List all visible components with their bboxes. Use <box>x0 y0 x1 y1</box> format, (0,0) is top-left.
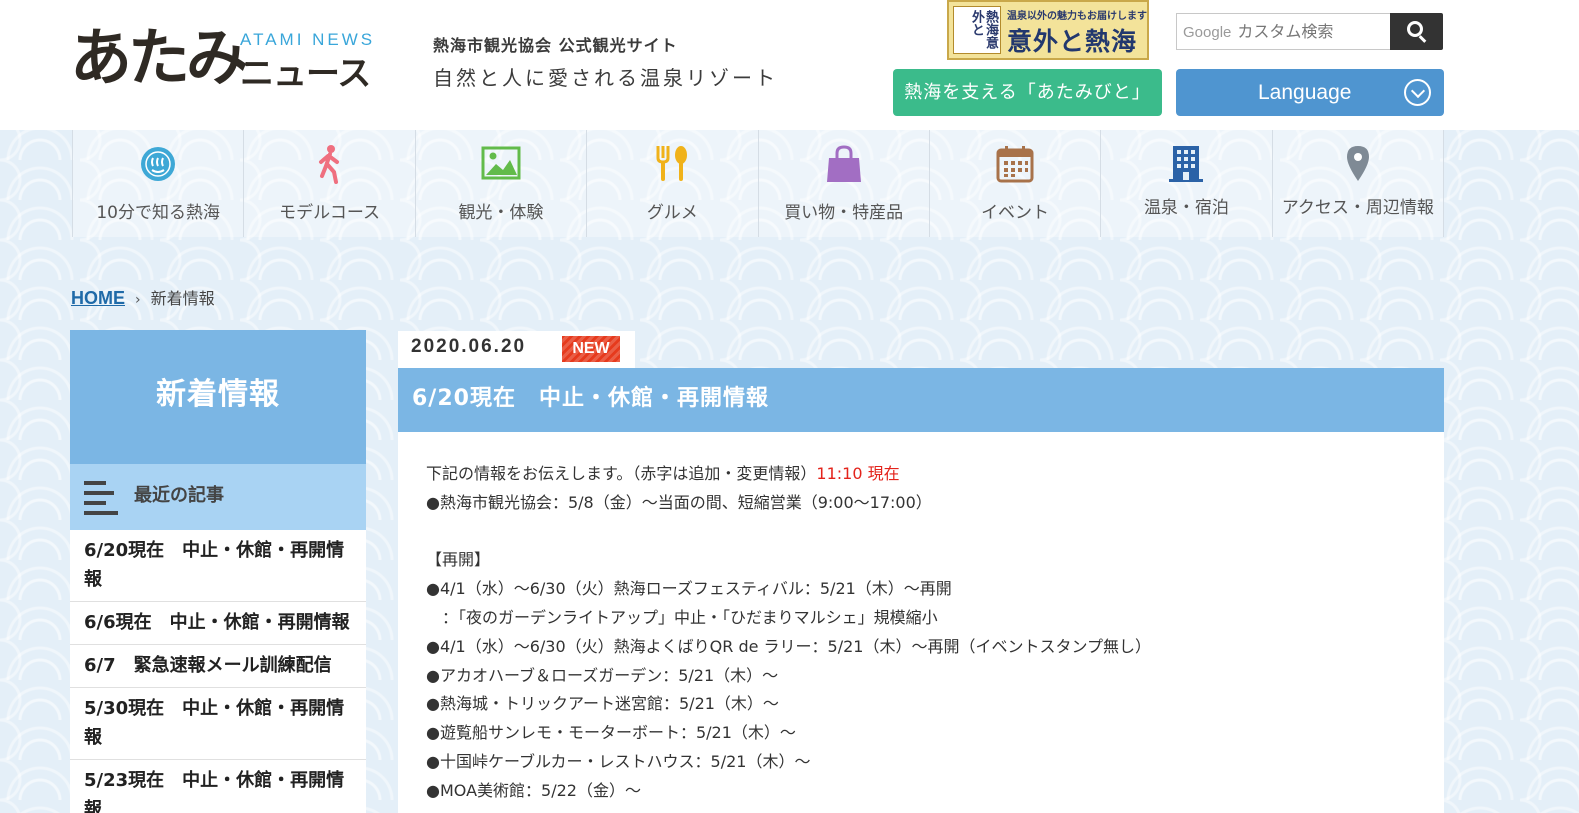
nav-item-event[interactable]: イベント <box>928 130 1101 237</box>
sidebar: 新着情報 最近の記事 6/20現在 中止・休館・再開情報 6/6現在 中止・休館… <box>70 330 366 813</box>
nav-item-10min-atami[interactable]: 10分で知る熱海 <box>72 130 244 237</box>
article-line: ●熱海市観光協会：5/8（金）～当面の間、短縮営業（9:00～17:00） <box>426 492 932 512</box>
nav-label: 買い物・特産品 <box>784 203 904 223</box>
list-item[interactable]: 6/6現在 中止・休館・再開情報 <box>70 602 366 645</box>
article-line: ●遊覧船サンレモ・モーターボート：5/21（木）～ <box>426 723 796 743</box>
article-line: 【再開】 <box>426 550 491 570</box>
nav-item-onsen-stay[interactable]: 温泉・宿泊 <box>1100 130 1272 237</box>
search-button[interactable] <box>1390 13 1443 50</box>
article-line: ●アカオハーブ＆ローズガーデン：5/21（木）～ <box>426 665 779 685</box>
walking-person-icon <box>318 145 339 184</box>
article-line <box>426 518 1416 547</box>
nav-item-gourmet[interactable]: グルメ <box>586 130 758 237</box>
article-line: ●十国峠ケーブルカー・レストハウス：5/21（木）～ <box>426 751 811 771</box>
nav-label: モデルコース <box>279 203 380 223</box>
breadcrumb: HOME › 新着情報 <box>71 285 215 309</box>
breadcrumb-current: 新着情報 <box>150 289 215 308</box>
igai-to-atami-banner[interactable]: 熱海意外と 温泉以外の魅力もお届けします 意外と熱海 <box>947 0 1149 60</box>
nav-label: イベント <box>981 203 1050 223</box>
nav-label: 温泉・宿泊 <box>1143 198 1229 218</box>
article-line: ●4/1（水）～6/30（火）熱海よくばりQR de ラリー：5/21（木）～再… <box>426 636 1151 656</box>
article-line: ●熱海城・トリックアート迷宮館：5/21（木）～ <box>426 694 779 714</box>
list-item[interactable]: 6/7 緊急速報メール訓練配信 <box>70 645 366 688</box>
article-date: 2020.06.20 <box>411 336 527 357</box>
logo-main-text: あたみ <box>70 21 248 94</box>
list-item[interactable]: 6/20現在 中止・休館・再開情報 <box>70 530 366 602</box>
list-item[interactable]: 5/30現在 中止・休館・再開情報 <box>70 688 366 760</box>
nav-label: アクセス・周辺情報 <box>1281 198 1434 218</box>
nav-label: 10分で知る熱海 <box>96 203 220 223</box>
recent-articles-header: 最近の記事 <box>70 464 366 530</box>
banner-small-text: 温泉以外の魅力もお届けします <box>1007 11 1147 22</box>
search-placeholder: カスタム検索 <box>1237 22 1334 41</box>
logo-english-text: ATAMI NEWS <box>240 30 376 49</box>
hot-spring-icon <box>141 147 176 181</box>
list-icon <box>84 481 118 515</box>
article-intro-text: 下記の情報をお伝えします。（赤字は追加・変更情報） <box>426 464 817 483</box>
nav-label: 観光・体験 <box>458 203 544 223</box>
fork-spoon-icon <box>656 146 688 181</box>
global-nav: 10分で知る熱海 モデルコース 観光・体験 グルメ 買い物・特産品 イベント 温… <box>72 130 1444 237</box>
landscape-picture-icon <box>481 146 521 180</box>
language-label: Language <box>1258 81 1352 104</box>
search-icon-handle <box>1418 35 1427 43</box>
search-input[interactable]: Google カスタム検索 <box>1176 13 1392 50</box>
article-date-tab: 2020.06.20 NEW <box>398 331 635 368</box>
article-intro: 下記の情報をお伝えします。（赤字は追加・変更情報）11:10 現在 <box>426 460 1416 489</box>
article-line: ●4/1（水）～6/30（火）熱海ローズフェスティバル：5/21（木）～再開 <box>426 579 952 599</box>
google-label: Google <box>1183 24 1232 41</box>
article-intro-time: 11:10 現在 <box>816 464 900 483</box>
sidebar-title: 新着情報 <box>70 330 366 464</box>
nav-item-sightseeing[interactable]: 観光・体験 <box>414 130 587 237</box>
nav-label: グルメ <box>646 203 698 223</box>
recent-articles-list: 6/20現在 中止・休館・再開情報 6/6現在 中止・休館・再開情報 6/7 緊… <box>70 530 366 813</box>
map-pin-icon <box>1346 146 1369 181</box>
recent-articles-label: 最近の記事 <box>134 485 224 506</box>
nav-item-access[interactable]: アクセス・周辺情報 <box>1271 130 1444 237</box>
article-line: ：「夜のガーデンライトアップ」中止・「ひだまりマルシェ」規模縮小 <box>426 607 938 627</box>
chevron-down-icon <box>1404 79 1431 106</box>
nav-item-shopping[interactable]: 買い物・特産品 <box>757 130 929 237</box>
new-badge: NEW <box>562 336 620 362</box>
building-icon <box>1169 146 1204 182</box>
article-title: 6/20現在 中止・休館・再開情報 <box>398 368 1444 432</box>
shopping-bag-icon <box>826 145 861 182</box>
language-button[interactable]: Language <box>1176 69 1444 116</box>
calendar-icon <box>996 146 1034 183</box>
banner-big-text: 意外と熱海 <box>1007 27 1138 56</box>
logo-kana-text: ニュース <box>240 54 371 94</box>
article-line: ●MOA美術館：5/22（金）～ <box>426 780 641 800</box>
nav-item-model-course[interactable]: モデルコース <box>243 130 415 237</box>
list-item[interactable]: 5/23現在 中止・休館・再開情報 <box>70 760 366 813</box>
article-body: 下記の情報をお伝えします。（赤字は追加・変更情報）11:10 現在 ●熱海市観光… <box>398 432 1444 813</box>
site-logo[interactable]: あたみ ATAMI NEWS ニュース <box>70 18 400 100</box>
banner-left-text: 熱海意外と <box>953 6 1001 54</box>
atamibito-button[interactable]: 熱海を支える「あたみびと」 <box>893 69 1162 116</box>
tagline-bottom: 自然と人に愛される温泉リゾート <box>433 66 778 90</box>
breadcrumb-home-link[interactable]: HOME <box>71 288 125 308</box>
breadcrumb-separator: › <box>135 292 141 308</box>
site-header: あたみ ATAMI NEWS ニュース 熱海市観光協会 公式観光サイト 自然と人… <box>0 0 1579 130</box>
tagline-top: 熱海市観光協会 公式観光サイト <box>433 36 678 55</box>
